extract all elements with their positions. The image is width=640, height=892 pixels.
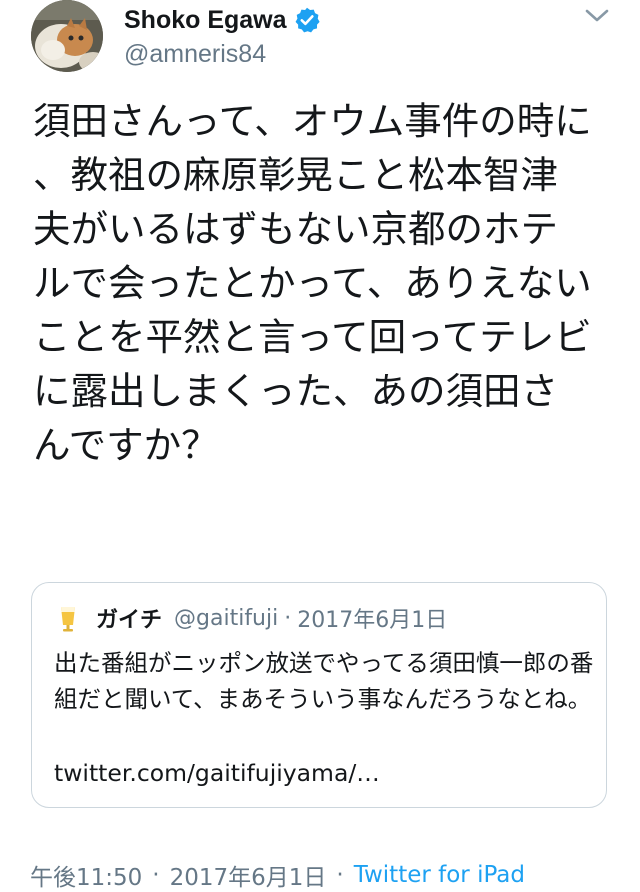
tweet-text: 須田さんって、オウム事件の時に、教祖の麻原彰晃こと松本智津夫がいるはずもない京都…: [33, 99, 592, 467]
author-name-row: Shoko Egawa: [124, 4, 321, 36]
tweet-time[interactable]: 午後11:50: [30, 858, 142, 892]
quoted-separator: ·: [284, 605, 292, 631]
quoted-author-handle: @gaitifuji: [174, 605, 279, 631]
tweet-meta: 午後11:50 · 2017年6月1日 · Twitter for iPad: [30, 858, 525, 892]
tweet: Shoko Egawa @amneris84 須田さんって、オウム事件の時に、教…: [0, 0, 640, 891]
beer-glass-icon: [58, 603, 78, 633]
meta-separator: ·: [152, 862, 160, 888]
author-display-name[interactable]: Shoko Egawa: [124, 6, 287, 35]
quoted-date: 2017年6月1日: [297, 608, 448, 633]
verified-badge-icon: [293, 6, 321, 34]
quoted-tweet-header: ガイチ @gaitifuji · 2017年6月1日: [58, 601, 447, 635]
cat-avatar-icon: [31, 0, 103, 72]
tweet-date[interactable]: 2017年6月1日: [170, 858, 327, 892]
chevron-down-icon[interactable]: [582, 4, 612, 28]
quoted-tweet-link[interactable]: twitter.com/gaitifujiyama/…: [54, 755, 380, 791]
tweet-source-link[interactable]: Twitter for iPad: [354, 862, 525, 888]
meta-separator-2: ·: [336, 862, 344, 888]
quoted-author-name: ガイチ: [96, 608, 163, 633]
author-avatar[interactable]: [31, 0, 103, 72]
quoted-tweet-card[interactable]: ガイチ @gaitifuji · 2017年6月1日 出た番組がニッポン放送でや…: [31, 582, 607, 808]
author-handle[interactable]: @amneris84: [124, 40, 266, 69]
quoted-tweet-text: 出た番組がニッポン放送でやってる須田慎一郎の番組だと聞いて、まあそういう事なんだ…: [54, 649, 594, 713]
